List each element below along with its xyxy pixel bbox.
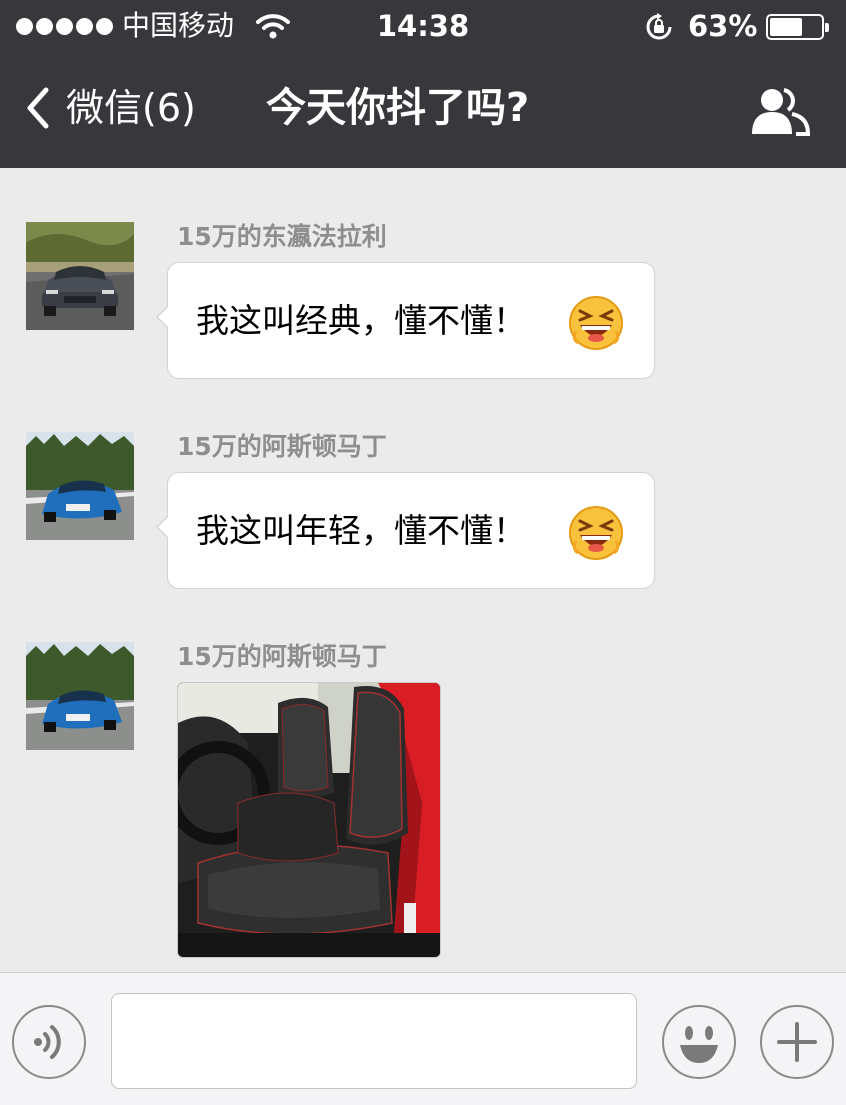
chat-title: 今天你抖了吗? <box>266 85 530 131</box>
battery-level-fill <box>770 18 802 36</box>
car-front-seats-photo <box>178 683 440 957</box>
sender-name: 15万的阿斯顿马丁 <box>177 432 387 461</box>
battery-icon <box>766 14 829 40</box>
voice-button[interactable] <box>12 1005 86 1079</box>
message-bubble[interactable]: 我这叫年轻，懂不懂！ <box>156 472 655 589</box>
battery-nub <box>825 23 829 32</box>
message-input[interactable] <box>111 993 637 1089</box>
voice-icon <box>34 1025 61 1059</box>
input-bar <box>0 972 846 1105</box>
more-button[interactable] <box>760 1005 834 1079</box>
rotation-lock-icon <box>646 13 672 40</box>
back-button[interactable]: 微信(6) <box>22 82 196 134</box>
navigation-bar: 微信(6) 今天你抖了吗? <box>0 52 846 168</box>
message-text: 我这叫年轻，懂不懂！ <box>196 511 526 550</box>
top-bar: 中国移动 14:38 63% 微信(6) 今天你抖了吗? <box>0 0 846 168</box>
emoji-button[interactable] <box>662 1005 736 1079</box>
emoji-face-icon <box>680 1026 718 1063</box>
status-bar: 中国移动 14:38 63% <box>0 0 846 52</box>
plus-icon <box>777 1022 817 1062</box>
message-bubble[interactable]: 我这叫经典，懂不懂！ <box>156 262 655 379</box>
sender-name: 15万的东瀛法拉利 <box>177 222 387 251</box>
contacts-icon[interactable] <box>748 84 812 138</box>
avatar[interactable] <box>26 222 134 330</box>
message-text: 我这叫经典，懂不懂！ <box>196 301 526 340</box>
battery-percentage: 63% <box>688 9 758 43</box>
sender-name: 15万的阿斯顿马丁 <box>177 642 387 671</box>
grinning-squint-emoji <box>569 296 623 350</box>
avatar[interactable] <box>26 642 134 750</box>
back-button-label: 微信(6) <box>66 86 196 130</box>
blue-hatchback-photo <box>26 642 134 750</box>
message-image[interactable] <box>177 682 441 958</box>
avatar[interactable] <box>26 432 134 540</box>
chevron-left-icon <box>27 87 49 129</box>
grinning-squint-emoji <box>569 506 623 560</box>
blue-hatchback-photo <box>26 432 134 540</box>
silver-sedan-photo <box>26 222 134 330</box>
